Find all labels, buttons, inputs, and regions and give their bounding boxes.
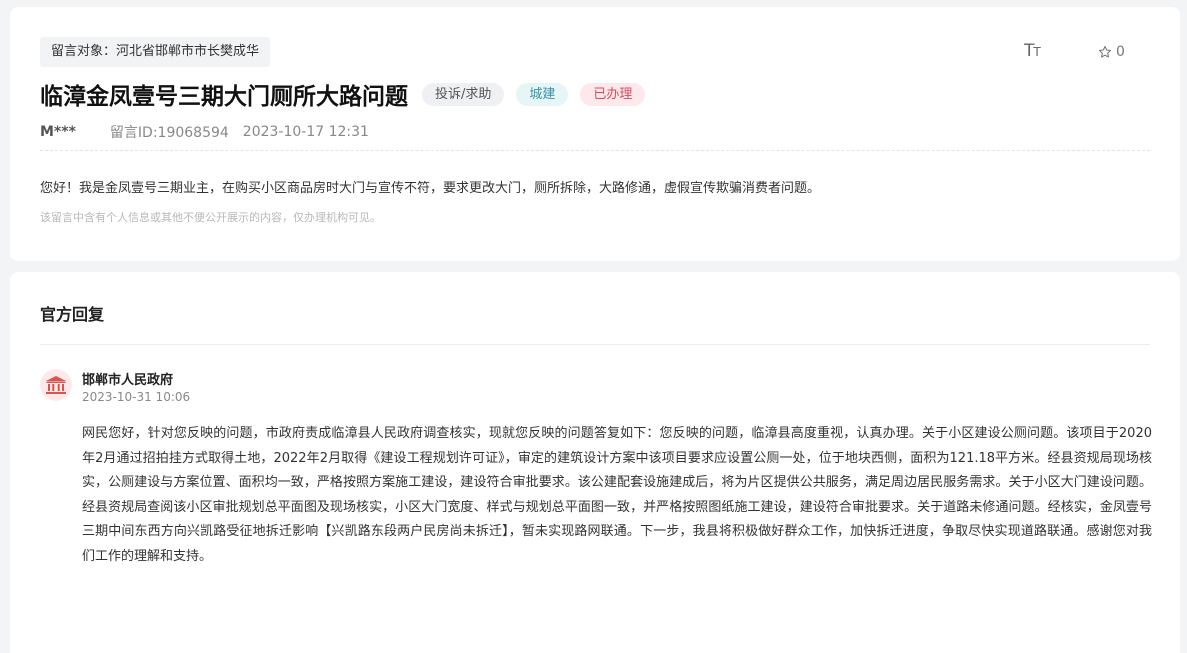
message-time: 2023-10-17 12:31 [242, 124, 369, 140]
reply-card: 官方回复 邯郸市人民政府 2023-10-31 10:06 网民您好，针对您反映… [10, 272, 1180, 653]
reply-body: 网民您好，针对您反映的问题，市政府责成临漳县人民政府调查核实，现就您反映的问题答… [82, 426, 1152, 564]
font-size-icon: TT [1024, 41, 1041, 61]
org-avatar [40, 369, 72, 401]
meta-divider [40, 150, 1150, 151]
reply-divider [40, 344, 1150, 345]
message-user: M*** [40, 124, 76, 140]
message-id: 留言ID:19068594 [109, 125, 229, 141]
message-meta: M*** 留言ID:19068594 2023-10-17 12:31 [40, 122, 369, 142]
status-badge: 已办理 [580, 82, 646, 106]
title-row: 临漳金凤壹号三期大门厕所大路问题 投诉/求助 城建 已办理 [40, 77, 646, 111]
message-target-tag: 留言对象：河北省邯郸市市长樊成华 [40, 37, 271, 67]
font-size-button[interactable]: TT [1024, 41, 1041, 61]
government-building-icon [46, 376, 66, 394]
category-badge: 城建 [516, 82, 569, 106]
favorite-count: 0 [1116, 44, 1125, 60]
privacy-note: 该留言中含有个人信息或其他不便公开展示的内容，仅办理机构可见。 [40, 211, 381, 224]
favorite-button[interactable]: 0 [1098, 44, 1125, 60]
org-name: 邯郸市人民政府 [82, 373, 174, 388]
reply-heading: 官方回复 [40, 305, 105, 324]
type-badge: 投诉/求助 [422, 82, 505, 106]
reply-time: 2023-10-31 10:06 [82, 390, 191, 404]
message-title: 临漳金凤壹号三期大门厕所大路问题 [40, 84, 408, 110]
star-icon [1098, 45, 1112, 58]
message-content: 您好！我是金凤壹号三期业主，在购买小区商品房时大门与宣传不符，要求更改大门，厕所… [40, 181, 821, 196]
message-card: 留言对象：河北省邯郸市市长樊成华 TT 0 临漳金凤壹号三期大门厕所大路问题 投… [10, 7, 1180, 261]
